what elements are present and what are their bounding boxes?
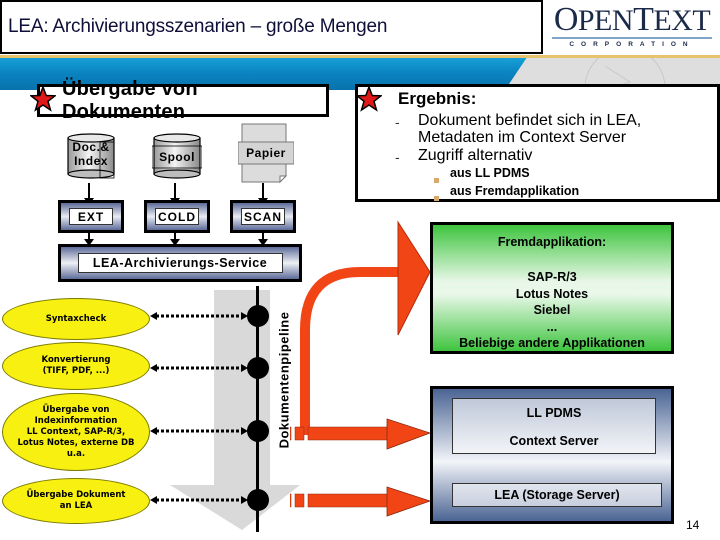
server-box: LL PDMS Context Server LEA (Storage Serv… — [430, 386, 674, 524]
bullet-dash: - — [395, 149, 400, 165]
ergebnis-title: Ergebnis: — [398, 89, 477, 108]
slide-title-box: LEA: Archivierungsszenarien – große Meng… — [0, 0, 543, 54]
arrow-head-fremd — [397, 220, 431, 336]
ergebnis-subitem-1: aus LL PDMS — [450, 166, 530, 180]
bullet-dash: - — [395, 114, 400, 130]
source-papier-label: Papier — [246, 146, 286, 160]
ll-pdms-label: LL PDMS — [526, 406, 582, 420]
slide-title: LEA: Archivierungsszenarien – große Meng… — [8, 16, 388, 37]
arrow-down-icon — [258, 233, 268, 246]
pipeline-node — [247, 489, 269, 511]
app-item: ... — [546, 319, 558, 334]
ergebnis-item-2: Zugriff alternativ — [418, 147, 533, 164]
arrow-down-icon — [170, 233, 180, 246]
pdms-context-box: LL PDMS Context Server — [452, 398, 656, 454]
step-uebergabe-index: Übergabe von Indexinformation LL Context, … — [2, 393, 150, 471]
lea-storage-label: LEA (Storage Server) — [494, 488, 620, 502]
logo-wordmark: OPENTEXT — [551, 1, 713, 39]
source-spool-label: Spool — [159, 150, 195, 164]
logo-subline: CORPORATION — [569, 41, 695, 48]
step-syntaxcheck: Syntaxcheck — [2, 298, 150, 340]
ext-label: EXT — [69, 208, 113, 225]
archivierungs-service-label: LEA-Archivierungs-Service — [77, 253, 283, 273]
context-server-label: Context Server — [509, 434, 599, 448]
cold-box: COLD — [144, 200, 210, 233]
dotted-arrows — [150, 312, 248, 504]
ergebnis-item-1-line2: Metadaten im Context Server — [418, 129, 627, 146]
red-star-icon — [30, 86, 56, 112]
opentext-logo: OPENTEXT CORPORATION — [544, 1, 720, 52]
arrow-down-icon — [84, 233, 94, 246]
app-item: Siebel — [533, 303, 571, 317]
page-number: 14 — [686, 518, 700, 532]
fremdapplikation-box: Fremdapplikation: SAP-R/3 Lotus Notes Si… — [430, 222, 674, 354]
archivierungs-service-box: LEA-Archivierungs-Service — [58, 244, 302, 282]
section-title: Übergabe von Dokumenten — [62, 77, 198, 123]
scan-box: SCAN — [230, 200, 296, 233]
cold-label: COLD — [155, 208, 199, 225]
fremdapplikation-header: Fremdapplikation: — [497, 235, 607, 249]
scan-label: SCAN — [241, 208, 285, 225]
square-bullet-icon — [434, 170, 439, 188]
square-bullet-icon — [434, 188, 439, 206]
step-uebergabe-dokument: Übergabe Dokument an LEA — [2, 478, 150, 524]
source-doc-index-label: Doc.& Index — [72, 140, 110, 168]
ergebnis-item-1-line1: Dokument befindet sich in LEA, — [418, 112, 642, 129]
lea-storage-box: LEA (Storage Server) — [452, 483, 662, 507]
step-konvertierung: Konvertierung (TIFF, PDF, ...) — [2, 342, 150, 390]
app-item: Lotus Notes — [515, 286, 589, 301]
red-flow-arrows — [290, 220, 432, 517]
red-star-icon — [356, 86, 382, 112]
ext-box: EXT — [58, 200, 124, 233]
app-item: SAP-R/3 — [527, 270, 577, 284]
section-title-box: Übergabe von Dokumenten — [37, 78, 329, 123]
app-item: Beliebige andere Applikationen — [459, 336, 645, 350]
ergebnis-subitem-2: aus Fremdapplikation — [450, 184, 580, 198]
